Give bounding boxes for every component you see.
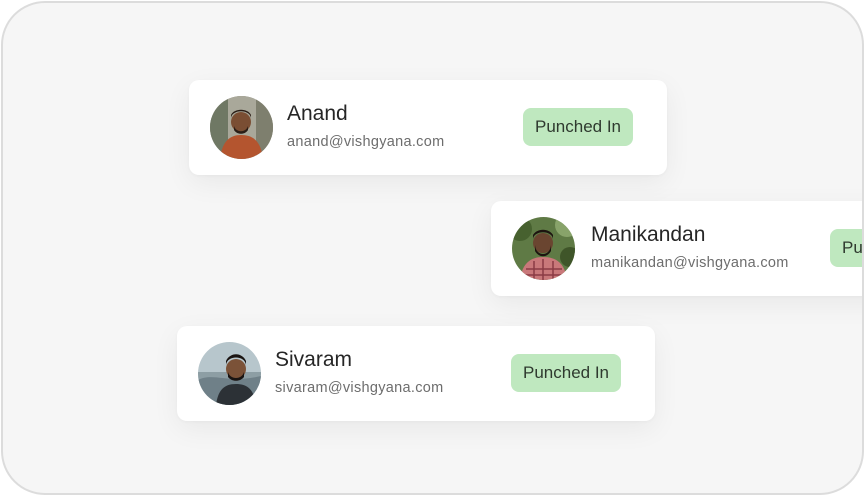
- employee-email: anand@vishgyana.com: [287, 134, 445, 150]
- employee-name: Sivaram: [275, 348, 353, 371]
- employee-name: Manikandan: [591, 223, 706, 246]
- employee-card-sivaram[interactable]: Sivaram sivaram@vishgyana.com Punched In: [177, 326, 655, 421]
- avatar: [210, 96, 273, 159]
- employee-card-manikandan[interactable]: Manikandan manikandan@vishgyana.com Punc…: [491, 201, 862, 296]
- punched-in-badge[interactable]: Punched In: [523, 108, 634, 146]
- employee-status-panel: Anand anand@vishgyana.com Punched In Man…: [1, 1, 864, 495]
- employee-card-anand[interactable]: Anand anand@vishgyana.com Punched In: [189, 80, 667, 175]
- avatar: [198, 342, 261, 405]
- employee-email: sivaram@vishgyana.com: [275, 380, 444, 396]
- punched-in-badge[interactable]: Punched In: [511, 354, 622, 392]
- employee-name: Anand: [287, 102, 348, 125]
- punched-in-badge[interactable]: Punched In: [830, 229, 862, 267]
- employee-email: manikandan@vishgyana.com: [591, 255, 789, 271]
- avatar: [512, 217, 575, 280]
